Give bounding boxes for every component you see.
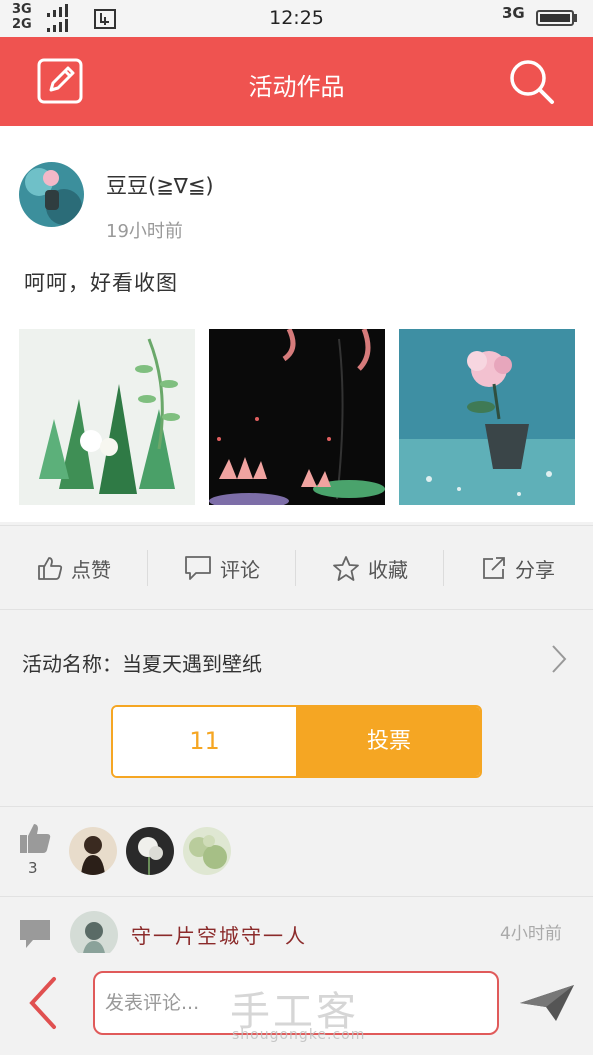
commenter-avatar[interactable] (70, 911, 118, 959)
like-label: 点赞 (71, 557, 111, 582)
likes-count: 3 (28, 859, 38, 877)
share-icon (483, 557, 505, 579)
share-button[interactable]: 分享 (444, 526, 592, 610)
post-image-2[interactable] (209, 329, 385, 505)
thumbs-up-icon (20, 824, 51, 853)
post-text: 呵呵，好看收图 (24, 271, 178, 295)
liker-avatar[interactable] (183, 827, 231, 875)
chevron-right-icon[interactable] (551, 644, 567, 674)
comment-label: 评论 (220, 557, 260, 582)
search-icon[interactable] (507, 57, 555, 105)
likes-section: 3 (0, 806, 593, 897)
commenter-name[interactable]: 守一片空城守一人 (131, 920, 307, 949)
status-bar: 3G 2G 12:25 3G (0, 0, 593, 37)
author-name[interactable]: 豆豆(≧∇≦) (106, 170, 214, 200)
send-icon[interactable] (518, 983, 576, 1023)
comment-icon (185, 556, 211, 580)
action-bar: 点赞 评论 收藏 分享 (0, 525, 593, 610)
comment-input[interactable] (93, 971, 499, 1035)
activity-name-link[interactable]: 活动名称：当夏天遇到壁纸 (22, 648, 262, 677)
liker-avatar[interactable] (126, 827, 174, 875)
battery-icon (536, 10, 574, 26)
post-card: 豆豆(≧∇≦) 19小时前 呵呵，好看收图 (0, 126, 593, 522)
like-button[interactable]: 点赞 (0, 526, 148, 610)
vote-button[interactable]: 投票 (296, 707, 480, 776)
comment-row: 守一片空城守一人 4小时前 (0, 896, 593, 959)
battery-tip (574, 14, 577, 22)
app-header: 活动作品 (0, 37, 593, 126)
back-arrow-icon[interactable] (26, 975, 60, 1031)
comment-time: 4小时前 (500, 924, 562, 944)
vote-widget: 11 投票 (111, 705, 482, 778)
activity-section: 活动名称：当夏天遇到壁纸 11 投票 (0, 609, 593, 807)
post-time: 19小时前 (106, 221, 183, 242)
favorite-button[interactable]: 收藏 (296, 526, 444, 610)
comment-bar: 手工客 shougongke.com (0, 953, 593, 1055)
share-label: 分享 (515, 557, 555, 582)
vote-count: 11 (113, 707, 296, 776)
comment-icon (20, 920, 50, 948)
network-indicator-right: 3G (502, 4, 525, 22)
author-avatar[interactable] (19, 162, 84, 227)
page-title: 活动作品 (248, 73, 345, 101)
post-image-1[interactable] (19, 329, 195, 505)
post-image-3[interactable] (399, 329, 575, 505)
favorite-label: 收藏 (368, 557, 408, 582)
star-icon (333, 555, 359, 581)
liker-avatar[interactable] (69, 827, 117, 875)
comment-button[interactable]: 评论 (148, 526, 296, 610)
thumbs-up-icon (38, 557, 63, 580)
